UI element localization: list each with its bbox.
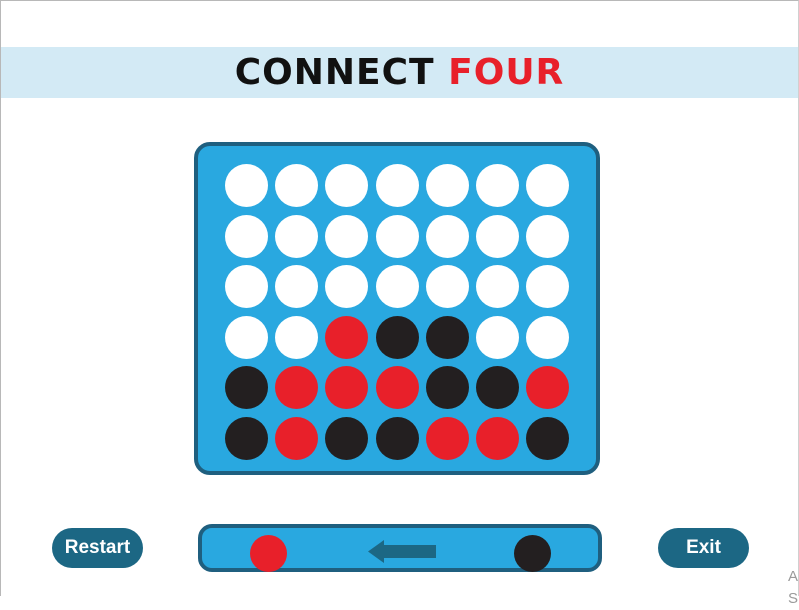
board-cell-r6-c5[interactable]: [425, 417, 469, 460]
board-cell-r1-c3[interactable]: [325, 164, 369, 207]
player-black-disc: [514, 535, 551, 572]
board-cell-r6-c6[interactable]: [476, 417, 519, 460]
board-cell-r4-c7[interactable]: [526, 315, 570, 359]
board-cell-r3-c5[interactable]: [425, 265, 469, 309]
board-cell-r4-c3[interactable]: [325, 315, 369, 359]
player-red-disc: [250, 535, 287, 572]
turn-indicator: [198, 524, 602, 572]
title-bar: CONNECT FOUR: [1, 47, 798, 98]
board-cell-r2-c1[interactable]: [225, 214, 268, 258]
board-cell-r1-c2[interactable]: [275, 164, 319, 207]
board-cell-r3-c1[interactable]: [225, 265, 268, 309]
board-cell-r2-c7[interactable]: [526, 214, 570, 258]
board-cell-r3-c3[interactable]: [325, 265, 369, 309]
board-cell-r6-c7[interactable]: [526, 417, 570, 460]
board-cell-r2-c2[interactable]: [275, 214, 319, 258]
board-cell-r4-c6[interactable]: [476, 315, 519, 359]
board-cell-r5-c6[interactable]: [476, 366, 519, 410]
board-cell-r6-c4[interactable]: [375, 417, 419, 460]
board-cell-r3-c4[interactable]: [375, 265, 419, 309]
board-cell-r5-c5[interactable]: [425, 366, 469, 410]
board-cell-r6-c3[interactable]: [325, 417, 369, 460]
restart-button[interactable]: Restart: [52, 528, 143, 568]
board-cell-r4-c1[interactable]: [225, 315, 268, 359]
board-cell-r1-c6[interactable]: [476, 164, 519, 207]
board-cell-r5-c3[interactable]: [325, 366, 369, 410]
game-title: CONNECT FOUR: [1, 47, 798, 98]
board-cell-r6-c1[interactable]: [225, 417, 268, 460]
board-cell-r5-c7[interactable]: [526, 366, 570, 410]
game-board[interactable]: [194, 142, 600, 475]
board-cell-r4-c4[interactable]: [375, 315, 419, 359]
board-cell-r5-c2[interactable]: [275, 366, 319, 410]
board-cell-r1-c7[interactable]: [526, 164, 570, 207]
board-cell-r3-c2[interactable]: [275, 265, 319, 309]
board-cell-r1-c1[interactable]: [225, 164, 268, 207]
board-cell-r6-c2[interactable]: [275, 417, 319, 460]
left-arrow-icon: [368, 540, 436, 563]
board-cell-r3-c6[interactable]: [476, 265, 519, 309]
board-cell-r3-c7[interactable]: [526, 265, 570, 309]
board-cell-r4-c5[interactable]: [425, 315, 469, 359]
board-cell-r5-c4[interactable]: [375, 366, 419, 410]
board-cell-r5-c1[interactable]: [225, 366, 268, 410]
board-cell-r2-c3[interactable]: [325, 214, 369, 258]
board-cell-r2-c4[interactable]: [375, 214, 419, 258]
exit-button[interactable]: Exit: [658, 528, 749, 568]
title-word-four: FOUR: [448, 52, 565, 93]
board-cell-r1-c5[interactable]: [425, 164, 469, 207]
board-cell-r2-c6[interactable]: [476, 214, 519, 258]
board-cell-r1-c4[interactable]: [375, 164, 419, 207]
corner-text: A S: [788, 568, 799, 607]
board-cell-r4-c2[interactable]: [275, 315, 319, 359]
title-word-connect: CONNECT: [234, 52, 435, 93]
board-cell-r2-c5[interactable]: [425, 214, 469, 258]
